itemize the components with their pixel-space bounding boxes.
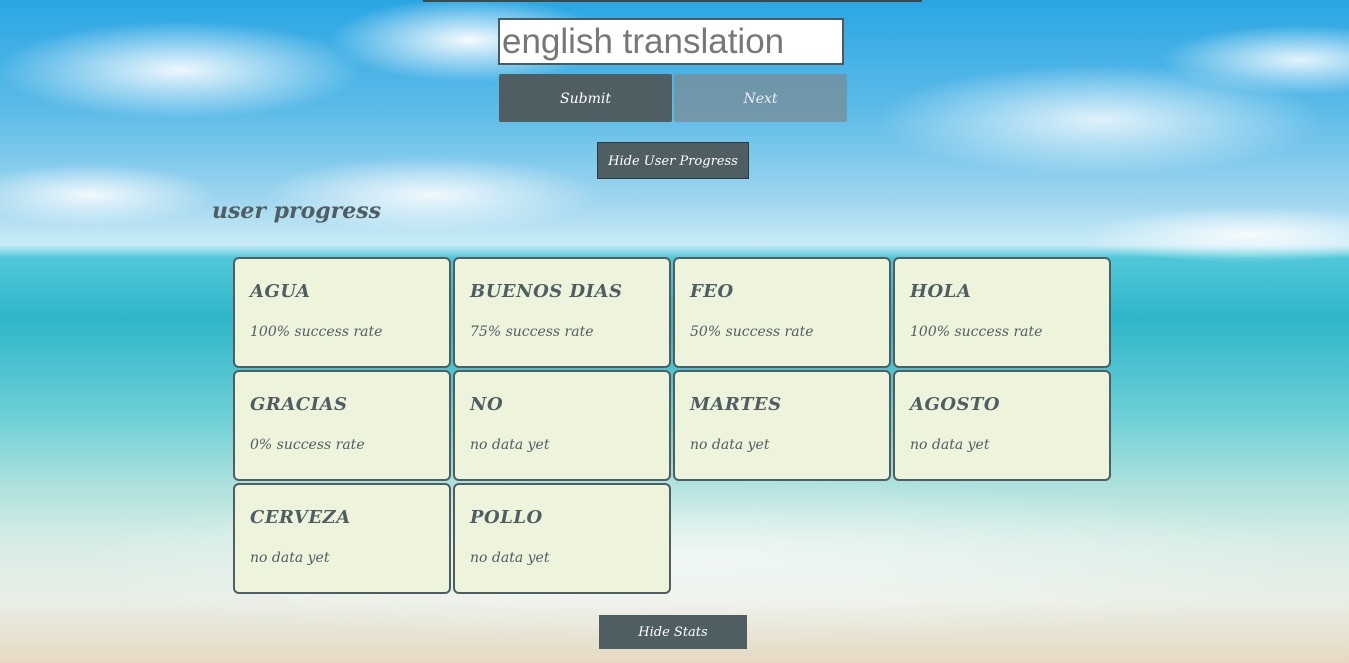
card-word: AGOSTO [910,394,1001,415]
card-word: POLLO [470,507,543,528]
progress-card: POLLO no data yet [453,483,671,594]
progress-card: NO no data yet [453,370,671,481]
card-success-rate: no data yet [470,550,550,566]
card-success-rate: 75% success rate [470,324,594,340]
progress-card: GRACIAS 0% success rate [233,370,451,481]
card-word: AGUA [250,281,311,302]
next-button[interactable]: Next [674,74,847,122]
card-word: FEO [690,281,734,302]
top-border-bar [423,0,922,2]
card-word: NO [470,394,504,415]
card-success-rate: no data yet [470,437,550,453]
card-word: BUENOS DIAS [470,281,623,302]
card-success-rate: 50% success rate [690,324,814,340]
card-success-rate: 0% success rate [250,437,365,453]
card-success-rate: no data yet [690,437,770,453]
progress-card: CERVEZA no data yet [233,483,451,594]
progress-card: AGUA 100% success rate [233,257,451,368]
card-word: MARTES [690,394,782,415]
submit-button[interactable]: Submit [499,74,672,122]
card-word: GRACIAS [250,394,348,415]
progress-grid: AGUA 100% success rate BUENOS DIAS 75% s… [233,257,1111,594]
card-word: CERVEZA [250,507,351,528]
card-success-rate: 100% success rate [910,324,1043,340]
card-success-rate: no data yet [250,550,330,566]
hide-stats-button[interactable]: Hide Stats [599,615,747,649]
card-success-rate: no data yet [910,437,990,453]
progress-card: FEO 50% success rate [673,257,891,368]
progress-card: AGOSTO no data yet [893,370,1111,481]
hide-user-progress-button[interactable]: Hide User Progress [597,142,749,179]
user-progress-title: user progress [212,198,382,224]
progress-card: HOLA 100% success rate [893,257,1111,368]
translation-input[interactable] [498,18,844,65]
progress-card: BUENOS DIAS 75% success rate [453,257,671,368]
card-success-rate: 100% success rate [250,324,383,340]
progress-card: MARTES no data yet [673,370,891,481]
card-word: HOLA [910,281,972,302]
